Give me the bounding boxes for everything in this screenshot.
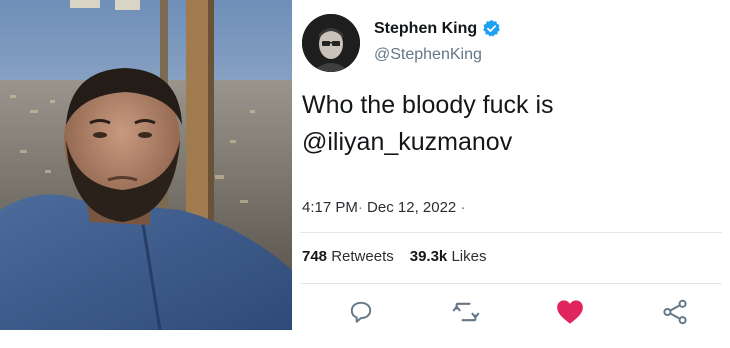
tweet-text: Who the bloody fuck is @iliyan_kuzmanov [302, 87, 702, 161]
share-icon[interactable] [661, 298, 689, 326]
timestamp-separator: · [357, 199, 363, 216]
author-handle[interactable]: @StephenKing [374, 46, 482, 64]
retweets-count: 748 [302, 248, 328, 265]
author-name-row[interactable]: Stephen King [374, 19, 501, 38]
heart-icon[interactable] [556, 298, 584, 326]
author-name[interactable]: Stephen King [374, 20, 477, 38]
timestamp-separator-2: · [460, 199, 466, 216]
reply-icon[interactable] [347, 298, 375, 326]
tweet-mention-link[interactable]: @iliyan_kuzmanov [302, 124, 702, 161]
retweets-stat[interactable]: 748 Retweets [302, 248, 394, 265]
retweets-label: Retweets [331, 248, 394, 265]
avatar[interactable] [302, 14, 360, 72]
selfie-photo [0, 0, 292, 330]
verified-badge-icon [482, 19, 501, 38]
tweet-timestamp[interactable]: 4:17 PM· Dec 12, 2022 · [302, 199, 465, 216]
divider [300, 283, 722, 284]
tweet-date: Dec 12, 2022 [367, 199, 457, 216]
tweet-stats: 748 Retweets 39.3k Likes [302, 248, 486, 265]
divider [300, 232, 722, 233]
tweet-text-line-1: Who the bloody fuck is [302, 91, 554, 119]
tweet-time: 4:17 PM [302, 199, 358, 216]
likes-stat[interactable]: 39.3k Likes [410, 248, 487, 265]
likes-label: Likes [451, 248, 487, 265]
retweet-icon[interactable] [452, 298, 480, 326]
likes-count: 39.3k [409, 248, 448, 265]
